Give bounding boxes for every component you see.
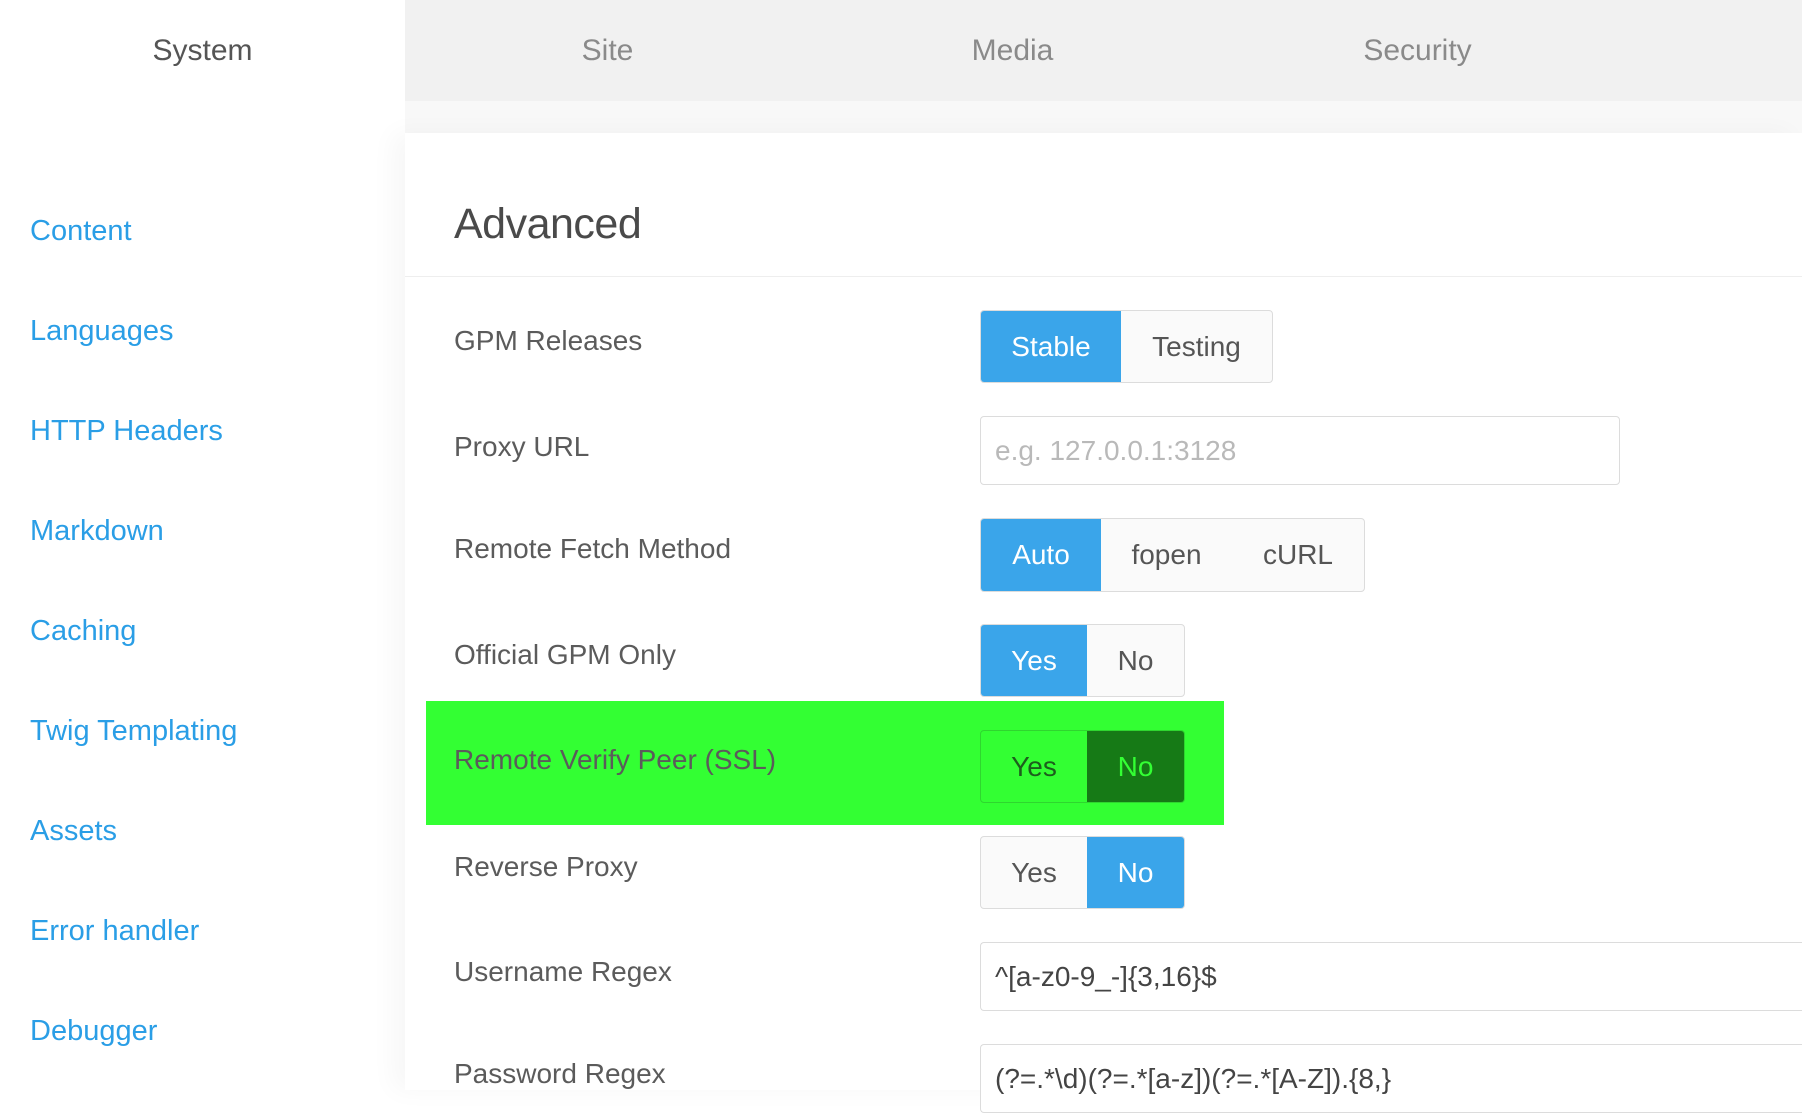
remote-fetch-method-toggle: Auto fopen cURL xyxy=(980,518,1365,592)
gpm-releases-toggle: Stable Testing xyxy=(980,310,1273,383)
top-tab-bar: System Site Media Security xyxy=(0,0,1802,101)
section-title: Advanced xyxy=(454,200,642,248)
sidebar-item-caching[interactable]: Caching xyxy=(30,617,136,646)
sidebar-item-languages[interactable]: Languages xyxy=(30,317,174,346)
password-regex-label: Password Regex xyxy=(454,1058,666,1089)
official-gpm-only-label: Official GPM Only xyxy=(454,639,676,670)
proxy-url-label: Proxy URL xyxy=(454,431,590,462)
sidebar-item-content[interactable]: Content xyxy=(30,217,132,246)
remote-fetch-curl-option[interactable]: cURL xyxy=(1232,519,1364,591)
remote-verify-peer-yes-option[interactable]: Yes xyxy=(981,731,1087,802)
reverse-proxy-label: Reverse Proxy xyxy=(454,851,638,882)
official-gpm-yes-option[interactable]: Yes xyxy=(981,625,1087,696)
password-regex-input[interactable] xyxy=(980,1044,1802,1113)
username-regex-label: Username Regex xyxy=(454,956,672,987)
remote-fetch-fopen-option[interactable]: fopen xyxy=(1101,519,1232,591)
gpm-releases-stable-option[interactable]: Stable xyxy=(981,311,1121,382)
reverse-proxy-no-option[interactable]: No xyxy=(1087,837,1184,908)
username-regex-input[interactable] xyxy=(980,942,1802,1011)
tab-media[interactable]: Media xyxy=(810,0,1215,101)
official-gpm-only-toggle: Yes No xyxy=(980,624,1185,697)
title-divider xyxy=(405,276,1802,277)
sidebar-item-error-handler[interactable]: Error handler xyxy=(30,917,199,946)
remote-verify-peer-label: Remote Verify Peer (SSL) xyxy=(454,744,777,775)
remote-fetch-auto-option[interactable]: Auto xyxy=(981,519,1101,591)
remote-verify-peer-toggle: Yes No xyxy=(980,730,1185,803)
tab-site[interactable]: Site xyxy=(405,0,810,101)
sidebar-item-assets[interactable]: Assets xyxy=(30,817,117,846)
remote-verify-peer-no-option[interactable]: No xyxy=(1087,731,1184,802)
reverse-proxy-yes-option[interactable]: Yes xyxy=(981,837,1087,908)
sidebar-item-twig-templating[interactable]: Twig Templating xyxy=(30,717,237,746)
reverse-proxy-toggle: Yes No xyxy=(980,836,1185,909)
gpm-releases-testing-option[interactable]: Testing xyxy=(1121,311,1272,382)
tab-system[interactable]: System xyxy=(0,0,405,101)
sidebar-item-debugger[interactable]: Debugger xyxy=(30,1017,157,1046)
official-gpm-no-option[interactable]: No xyxy=(1087,625,1184,696)
tab-security[interactable]: Security xyxy=(1215,0,1620,101)
gpm-releases-label: GPM Releases xyxy=(454,325,643,356)
sidebar-item-markdown[interactable]: Markdown xyxy=(30,517,164,546)
remote-fetch-method-label: Remote Fetch Method xyxy=(454,533,732,564)
proxy-url-input[interactable] xyxy=(980,416,1620,485)
sidebar-item-http-headers[interactable]: HTTP Headers xyxy=(30,417,223,446)
